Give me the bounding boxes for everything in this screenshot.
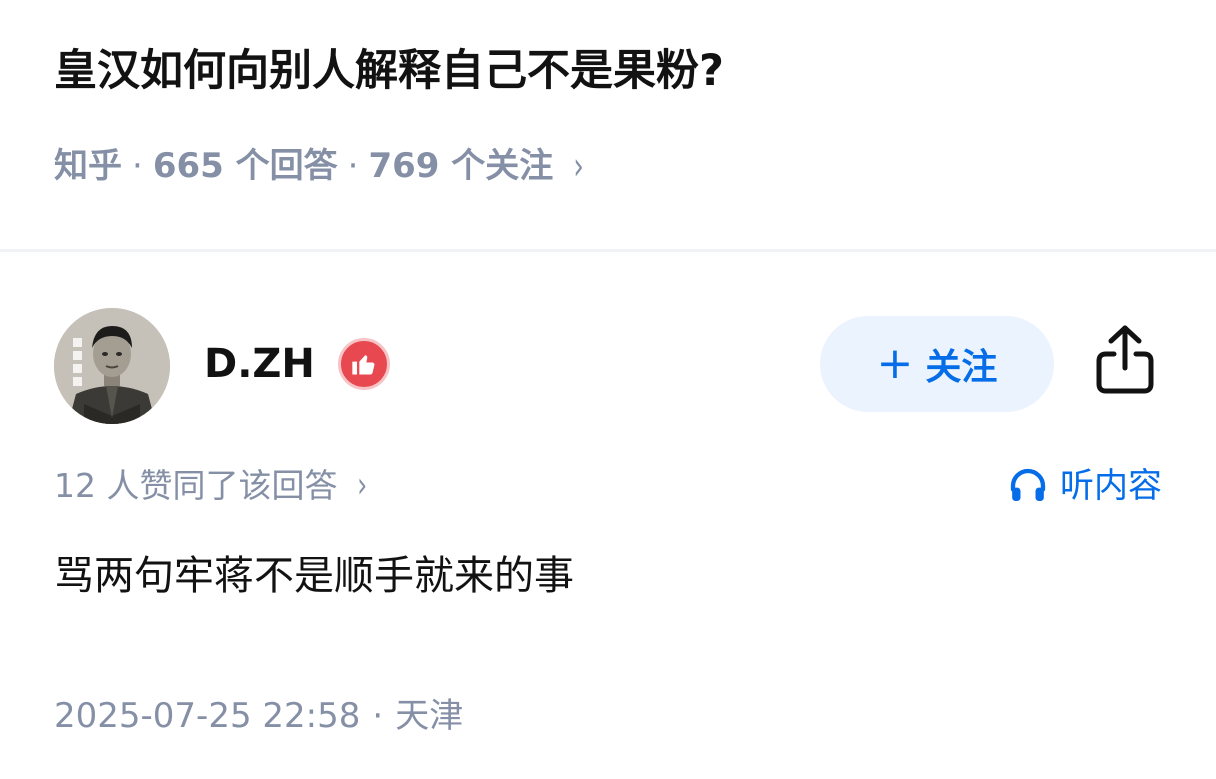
voters-text: 12 人赞同了该回答 xyxy=(54,466,338,505)
question-title[interactable]: 皇汉如何向别人解释自己不是果粉? xyxy=(54,44,724,100)
question-meta[interactable]: 知乎 · 665 个回答 · 769 个关注 › xyxy=(54,142,586,190)
chevron-right-icon: › xyxy=(357,465,368,506)
separator-dot: · xyxy=(347,146,359,186)
share-icon xyxy=(1096,325,1154,394)
separator-dot: · xyxy=(132,146,143,186)
voters-link[interactable]: 12 人赞同了该回答 › xyxy=(54,462,370,510)
plus-icon: + xyxy=(876,338,914,389)
answer-footer: 2025-07-25 22:58 · 天津 xyxy=(54,692,463,740)
follower-count: 769 个关注 xyxy=(368,146,554,186)
timestamp: 2025-07-25 22:58 xyxy=(54,696,361,736)
listen-label: 听内容 xyxy=(1060,466,1162,506)
divider xyxy=(0,249,1216,252)
share-button[interactable] xyxy=(1092,322,1158,398)
answer-page: 皇汉如何向别人解释自己不是果粉? 知乎 · 665 个回答 · 769 个关注 … xyxy=(0,0,1216,779)
location: 天津 xyxy=(395,696,464,736)
thumbs-up-icon xyxy=(352,355,375,375)
follow-label: 关注 xyxy=(925,347,998,388)
source-label: 知乎 xyxy=(54,146,122,186)
avatar[interactable] xyxy=(54,308,170,424)
headphones-icon xyxy=(1010,468,1046,501)
separator-dot: · xyxy=(372,696,384,736)
answer-count: 665 个回答 xyxy=(152,146,338,186)
listen-button[interactable]: 听内容 xyxy=(1008,462,1162,510)
answer-content[interactable]: 骂两句牢蒋不是顺手就来的事 xyxy=(54,548,574,604)
avatar-image xyxy=(54,308,170,424)
author-name[interactable]: D.ZH xyxy=(204,338,315,390)
follow-button[interactable]: + 关注 xyxy=(820,316,1054,412)
thumbs-up-badge-icon xyxy=(338,338,390,390)
chevron-right-icon: › xyxy=(573,144,585,188)
